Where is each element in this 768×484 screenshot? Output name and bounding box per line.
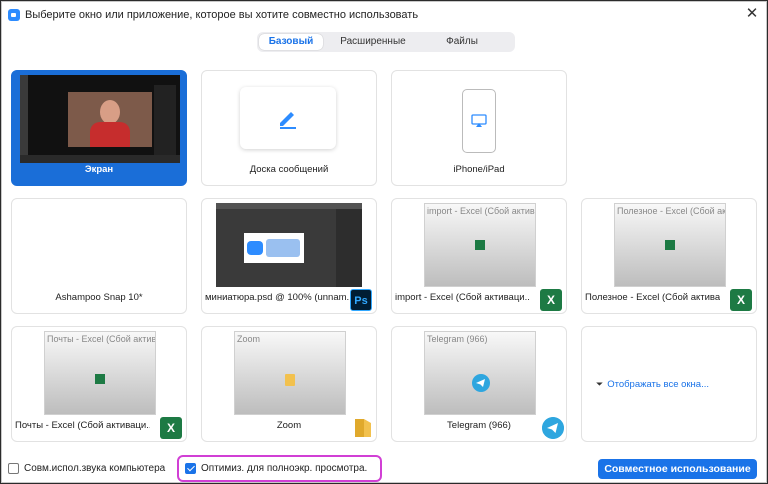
- tile-label: Полезное - Excel (Сбой активаци...: [585, 292, 720, 303]
- title-bar: Выберите окно или приложение, которое вы…: [2, 2, 766, 28]
- tab-bar: Базовый Расширенные Файлы: [257, 32, 515, 52]
- tile-label: Экран: [84, 164, 114, 175]
- optimize-fullscreen-checkbox[interactable]: [185, 463, 196, 474]
- zoom-thumbnail: Zoom: [234, 331, 346, 415]
- tab-basic[interactable]: Базовый: [259, 34, 323, 50]
- show-all-windows-link[interactable]: ⏷ Отображать все окна...: [596, 379, 709, 390]
- tile-label: миниатюра.psd @ 100% (unnam...: [205, 292, 350, 303]
- thumbnail-caption: Почты - Excel (Сбой активаци: [47, 334, 156, 344]
- share-button[interactable]: Совместное использование: [598, 459, 757, 479]
- folder-icon: [355, 419, 371, 437]
- thumbnail-caption: import - Excel (Сбой активац: [427, 206, 536, 216]
- tile-ashampoo[interactable]: Ashampoo Snap 10*: [11, 198, 187, 314]
- tile-zoom[interactable]: Zoom Zoom: [201, 326, 377, 442]
- excel-icon: X: [540, 289, 562, 311]
- share-screen-dialog: Выберите окно или приложение, которое вы…: [1, 1, 767, 483]
- share-audio-checkbox[interactable]: [8, 463, 19, 474]
- phone-thumbnail: [462, 89, 496, 153]
- tile-excel-mail[interactable]: Почты - Excel (Сбой активаци Почты - Exc…: [11, 326, 187, 442]
- pencil-icon: [280, 112, 296, 129]
- excel-thumbnail: Почты - Excel (Сбой активаци: [44, 331, 156, 415]
- optimize-fullscreen-label: Оптимиз. для полноэкр. просмотра.: [201, 463, 368, 474]
- excel-thumbnail: import - Excel (Сбой активац: [424, 203, 536, 287]
- telegram-icon: [472, 374, 490, 392]
- excel-icon: X: [160, 417, 182, 439]
- thumbnail-caption: Полезное - Excel (Сбой актив: [617, 206, 726, 216]
- tile-label: Telegram (966): [447, 420, 511, 431]
- thumbnail-caption: Telegram (966): [427, 334, 488, 344]
- close-button[interactable]: ✕: [744, 6, 760, 22]
- excel-thumbnail: Полезное - Excel (Сбой актив: [614, 203, 726, 287]
- telegram-icon: [542, 417, 564, 439]
- tile-label: iPhone/iPad: [453, 164, 505, 175]
- tab-files[interactable]: Файлы: [423, 34, 501, 50]
- thumbnail-caption: Zoom: [237, 334, 261, 344]
- tile-screen[interactable]: Экран: [11, 70, 187, 186]
- tile-telegram[interactable]: Telegram (966) Telegram (966): [391, 326, 567, 442]
- screen-thumbnail: [20, 75, 180, 163]
- window-title: Выберите окно или приложение, которое вы…: [25, 9, 419, 21]
- expand-icon: ⏷: [596, 379, 604, 389]
- tile-show-all-windows[interactable]: ⏷ Отображать все окна...: [581, 326, 757, 442]
- show-all-label: Отображать все окна...: [607, 379, 709, 390]
- tile-label: Почты - Excel (Сбой активаци...: [15, 420, 150, 431]
- whiteboard-thumbnail: [240, 87, 336, 149]
- tile-label: import - Excel (Сбой активаци...: [395, 292, 530, 303]
- telegram-thumbnail: Telegram (966): [424, 331, 536, 415]
- tile-label: Доска сообщений: [249, 164, 329, 175]
- share-audio-label: Совм.испол.звука компьютера: [24, 463, 166, 474]
- tile-label: Ashampoo Snap 10*: [55, 292, 143, 303]
- tile-excel-import[interactable]: import - Excel (Сбой активац import - Ex…: [391, 198, 567, 314]
- tile-whiteboard[interactable]: Доска сообщений: [201, 70, 377, 186]
- tile-photoshop[interactable]: миниатюра.psd @ 100% (unnam... Ps: [201, 198, 377, 314]
- zoom-app-icon: [8, 9, 20, 21]
- tile-excel-useful[interactable]: Полезное - Excel (Сбой актив Полезное - …: [581, 198, 757, 314]
- photoshop-icon: Ps: [350, 289, 372, 311]
- excel-icon: X: [730, 289, 752, 311]
- tile-label: Zoom: [276, 420, 302, 431]
- tab-advanced[interactable]: Расширенные: [323, 34, 423, 50]
- photoshop-thumbnail: [216, 203, 362, 287]
- tile-iphone-ipad[interactable]: iPhone/iPad: [391, 70, 567, 186]
- airplay-icon: [471, 114, 487, 127]
